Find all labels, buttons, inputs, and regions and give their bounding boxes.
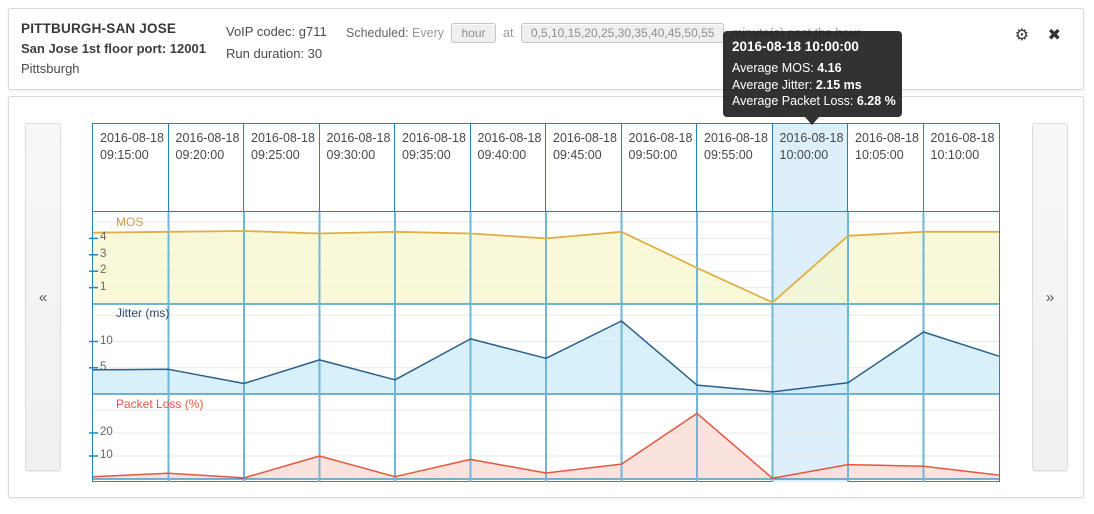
chart-plot-area: 4 3 2 1 MOS 10 5 Jitter (ms) 20 10 Packet Loss (%) xyxy=(89,212,1000,482)
tooltip-caret xyxy=(805,116,819,125)
time-column-09:45:00[interactable]: 2016-08-18 09:45:00 xyxy=(546,124,622,211)
tooltip-mos-row: Average MOS: 4.16 xyxy=(732,61,842,75)
schedule-interval-chip[interactable]: hour xyxy=(451,23,496,43)
run-duration-label: Run duration: 30 xyxy=(226,46,323,61)
time-column-09:35:00[interactable]: 2016-08-18 09:35:00 xyxy=(395,124,471,211)
path-target-port: San Jose 1st floor port: 12001 xyxy=(21,41,206,56)
schedule-every-label: Every xyxy=(412,26,444,40)
codec-info: VoIP codec: g711 Run duration: 30 xyxy=(226,21,327,65)
y-tick-label: 4 xyxy=(100,231,107,244)
schedule-minutes-chip[interactable]: 0,5,10,15,20,25,30,35,40,45,50,55 xyxy=(520,23,725,43)
scroll-later-button[interactable]: » xyxy=(1032,123,1068,471)
chart-canvas xyxy=(89,212,1000,482)
time-column-09:25:00[interactable]: 2016-08-18 09:25:00 xyxy=(244,124,320,211)
scroll-earlier-button[interactable]: « xyxy=(25,123,61,471)
tooltip-packetloss-row: Average Packet Loss: 6.28 % xyxy=(732,94,896,108)
path-source: Pittsburgh xyxy=(21,61,80,76)
band-label-jitter-ms-: Jitter (ms) xyxy=(116,306,170,320)
y-tick-label: 1 xyxy=(100,280,107,293)
path-title: PITTBURGH-SAN JOSE xyxy=(21,21,177,36)
path-header-card: PITTBURGH-SAN JOSE San Jose 1st floor po… xyxy=(8,8,1084,90)
chevron-right-icon: » xyxy=(1045,288,1055,306)
time-column-09:40:00[interactable]: 2016-08-18 09:40:00 xyxy=(470,124,546,211)
time-column-10:10:00[interactable]: 2016-08-18 10:10:00 xyxy=(923,124,999,211)
band-label-packet-loss-: Packet Loss (%) xyxy=(116,397,204,411)
chevron-left-icon: « xyxy=(38,288,48,306)
time-column-09:30:00[interactable]: 2016-08-18 09:30:00 xyxy=(319,124,395,211)
voip-codec-label: VoIP codec: g711 xyxy=(226,24,327,39)
time-column-09:50:00[interactable]: 2016-08-18 09:50:00 xyxy=(621,124,697,211)
timeseries-chart: 2016-08-18 09:15:00 2016-08-18 09:20:00 2016… xyxy=(89,123,1000,482)
y-tick-label: 10 xyxy=(100,334,113,347)
settings-gear-icon[interactable]: ⚙ xyxy=(1015,27,1029,44)
y-tick-label: 3 xyxy=(100,247,107,260)
schedule-label: Scheduled: xyxy=(346,26,409,40)
schedule-at-label: at xyxy=(503,26,514,40)
close-icon[interactable]: ✖ xyxy=(1048,27,1061,44)
band-label-mos: MOS xyxy=(116,215,144,229)
time-column-10:05:00[interactable]: 2016-08-18 10:05:00 xyxy=(848,124,924,211)
path-identity: PITTBURGH-SAN JOSE San Jose 1st floor po… xyxy=(21,19,206,79)
tooltip-timestamp: 2016-08-18 10:00:00 xyxy=(732,39,859,54)
tooltip-jitter-row: Average Jitter: 2.15 ms xyxy=(732,77,862,92)
time-column-09:15:00[interactable]: 2016-08-18 09:15:00 xyxy=(93,124,169,211)
y-tick-label: 5 xyxy=(100,360,107,373)
y-tick-label: 2 xyxy=(100,264,107,277)
time-column-09:20:00[interactable]: 2016-08-18 09:20:00 xyxy=(168,124,244,211)
datapoint-tooltip: 2016-08-18 10:00:00 Average MOS: 4.16 Av… xyxy=(723,31,902,125)
y-tick-label: 20 xyxy=(100,426,113,438)
time-column-10:00:00[interactable]: 2016-08-18 10:00:00 xyxy=(772,124,848,211)
time-column-09:55:00[interactable]: 2016-08-18 09:55:00 xyxy=(697,124,773,211)
y-tick-label: 10 xyxy=(100,449,113,461)
chart-panel: « » 2016-08-18 09:15:00 2016-08-18 09:20:00… xyxy=(8,96,1084,498)
time-column-header: 2016-08-18 09:15:00 2016-08-18 09:20:00 2016… xyxy=(92,123,1000,212)
